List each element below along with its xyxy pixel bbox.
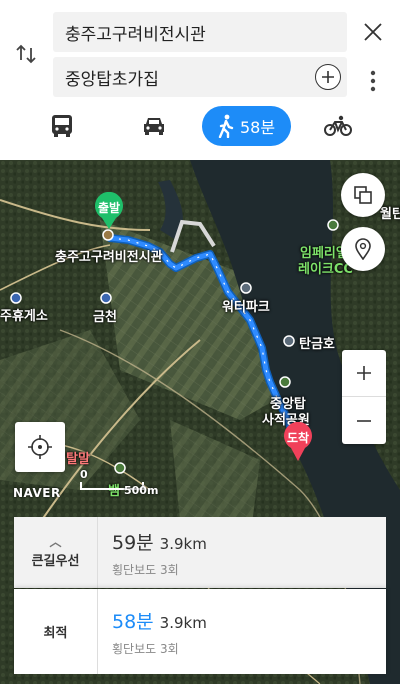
plus-icon bbox=[357, 366, 371, 380]
scale-text: 500m bbox=[124, 484, 159, 497]
bike-icon bbox=[324, 115, 352, 136]
route-info: 58분 3.9km 횡단보도 3회 bbox=[98, 589, 207, 674]
car-icon bbox=[144, 118, 164, 135]
map-scale: 0 500m bbox=[80, 468, 158, 497]
route-tag-label: 최적 bbox=[43, 626, 68, 641]
route-distance: 3.9km bbox=[159, 534, 207, 553]
start-label: 출발 bbox=[97, 201, 121, 215]
origin-text: 충주고구려비전시관 bbox=[65, 24, 206, 45]
origin-field[interactable]: 충주고구려비전시관 bbox=[53, 12, 347, 52]
end-label: 도착 bbox=[286, 431, 310, 445]
destination-field[interactable]: 중앙탑초가집 bbox=[53, 57, 347, 97]
directions-header: 충주고구려비전시관 중앙탑초가집 58분 bbox=[0, 0, 400, 160]
zoom-in-button[interactable] bbox=[342, 350, 386, 397]
location-pin-icon bbox=[355, 238, 371, 260]
walk-icon bbox=[218, 114, 234, 138]
destination-text: 중앙탑초가집 bbox=[65, 69, 159, 90]
map-layers-button[interactable] bbox=[341, 173, 385, 217]
route-time: 58분 bbox=[112, 610, 154, 633]
map-label-museum: 충주고구려비전시관 bbox=[55, 250, 163, 265]
plus-icon bbox=[322, 71, 334, 83]
transport-mode-bar: 58분 bbox=[0, 106, 400, 146]
map-label-tangeumho: 탄금호 bbox=[299, 337, 335, 352]
mode-bike-tab[interactable] bbox=[318, 106, 358, 146]
route-option-optimal[interactable]: 최적 58분 3.9km 횡단보도 3회 bbox=[14, 589, 386, 674]
chevron-up-icon[interactable]: ︿ bbox=[49, 536, 61, 548]
minus-icon bbox=[357, 419, 371, 422]
route-tag-label: 큰길우선 bbox=[31, 554, 80, 569]
zoom-out-button[interactable] bbox=[342, 397, 386, 444]
more-options-button[interactable] bbox=[360, 66, 386, 96]
current-location-button[interactable] bbox=[15, 422, 65, 472]
route-detail: 횡단보도 3회 bbox=[112, 641, 179, 656]
scale-zero: 0 bbox=[80, 468, 88, 481]
route-info: 59분 3.9km 횡단보도 3회 bbox=[98, 517, 207, 588]
swap-icon bbox=[16, 44, 36, 64]
end-marker[interactable]: 도착 bbox=[282, 421, 314, 466]
crosshair-icon bbox=[28, 435, 52, 459]
route-tag: ︿ 큰길우선 bbox=[14, 517, 98, 588]
route-detail: 횡단보도 3회 bbox=[112, 562, 179, 577]
naver-logo: NAVER bbox=[13, 486, 61, 500]
route-distance: 3.9km bbox=[159, 613, 207, 632]
mode-bus-tab[interactable] bbox=[42, 106, 82, 146]
map-label-geumcheon: 금천 bbox=[93, 310, 117, 325]
route-time: 59분 bbox=[112, 531, 154, 554]
zoom-controls bbox=[342, 350, 386, 444]
route-option-main-road[interactable]: ︿ 큰길우선 59분 3.9km 횡단보도 3회 bbox=[14, 517, 386, 588]
map-label-rest: 주휴게소 bbox=[0, 309, 48, 324]
close-button[interactable] bbox=[357, 16, 389, 48]
more-vertical-icon bbox=[370, 70, 376, 92]
route-tag: 최적 bbox=[14, 589, 98, 674]
bus-icon bbox=[52, 115, 72, 137]
map-label-tangeumdae: 탈말 bbox=[66, 452, 90, 467]
start-marker[interactable]: 출발 bbox=[93, 191, 125, 234]
mode-car-tab[interactable] bbox=[134, 106, 174, 146]
map-location-pin-button[interactable] bbox=[341, 227, 385, 271]
layers-icon bbox=[354, 186, 372, 204]
walk-time: 58분 bbox=[239, 118, 276, 137]
close-icon bbox=[364, 23, 382, 41]
mode-walk-tab[interactable]: 58분 bbox=[202, 106, 291, 146]
map-label-waterpark: 워터파크 bbox=[222, 300, 270, 315]
swap-origin-destination-button[interactable] bbox=[8, 36, 44, 72]
add-waypoint-button[interactable] bbox=[315, 64, 341, 90]
map-label-woltan: 월탄 bbox=[380, 207, 400, 222]
